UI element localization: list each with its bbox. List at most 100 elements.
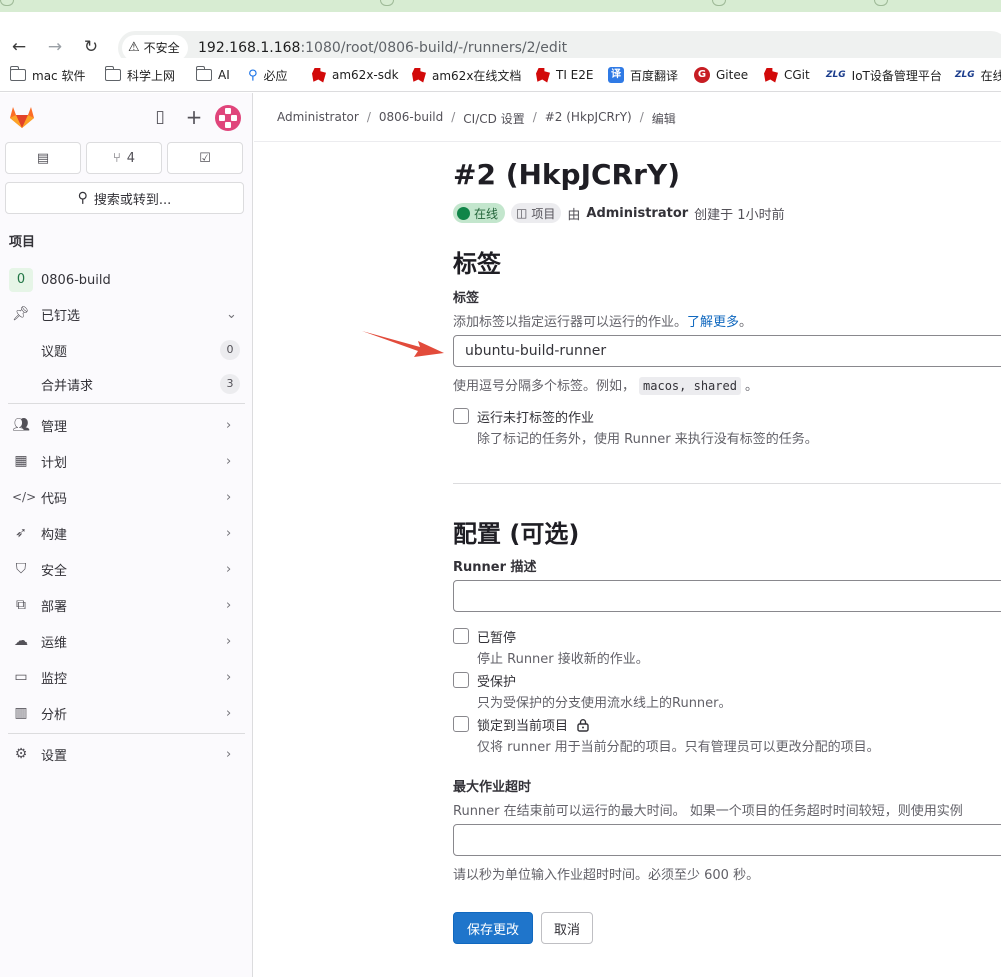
sidebar-toggle-icon[interactable]: ▯ — [151, 108, 169, 126]
tags-input[interactable] — [453, 335, 1001, 367]
folder-icon — [9, 66, 26, 81]
sidebar-item-code[interactable]: </> 代码 › — [0, 482, 253, 512]
forward-arrow-icon[interactable]: → — [44, 36, 66, 58]
tags-help-period: 。 — [739, 315, 753, 330]
sidebar-item-build[interactable]: ➶ 构建 › — [0, 518, 253, 548]
back-arrow-icon[interactable]: ← — [8, 36, 30, 58]
tags-example-code: macos, shared — [639, 377, 741, 395]
timeout-input[interactable] — [453, 824, 1001, 856]
search-button[interactable]: ⚲ 搜索或转到... — [5, 182, 244, 214]
sidebar-item-deploy[interactable]: ⧉ 部署 › — [0, 590, 253, 620]
reload-icon[interactable]: ↻ — [80, 36, 102, 58]
avatar[interactable] — [215, 105, 241, 131]
cancel-button[interactable]: 取消 — [541, 912, 593, 944]
sidebar-item-settings[interactable]: ⚙ 设置 › — [0, 739, 253, 769]
protected-checkbox[interactable] — [453, 672, 469, 688]
sidebar-item-merge-requests[interactable]: 合并请求 3 — [0, 369, 253, 399]
sidebar-item-label: 计划 — [41, 455, 68, 471]
ti-icon — [312, 67, 326, 83]
runner-author[interactable]: Administrator — [586, 206, 688, 221]
bookmark-iot-platform[interactable]: ZLG IoT设备管理平台 — [826, 65, 942, 85]
status-badge: 在线 — [453, 203, 506, 223]
plus-icon[interactable]: + — [185, 107, 203, 127]
monitor-icon: ▭ — [14, 669, 28, 685]
sidebar-item-label: 合并请求 — [41, 378, 94, 394]
section-divider — [453, 483, 1001, 484]
bookmark-am62x-sdk[interactable]: am62x-sdk — [312, 65, 399, 85]
chevron-right-icon: › — [226, 525, 232, 541]
bookmark-mac[interactable]: mac 软件 — [9, 65, 86, 85]
chevron-right-icon: › — [226, 746, 232, 762]
sidebar-item-plan[interactable]: ▦ 计划 › — [0, 446, 253, 476]
sidebar-item-operate[interactable]: ☁ 运维 › — [0, 626, 253, 656]
sidebar-item-manage[interactable]: 👥︎ 管理 › — [0, 410, 253, 440]
sidebar-item-secure[interactable]: ⛉ 安全 › — [0, 554, 253, 584]
sidebar-item-issues[interactable]: 议题 0 — [0, 335, 253, 365]
tab-icon — [712, 0, 726, 6]
sidebar-item-pinned[interactable]: 📌︎ 已钉选 ⌄ — [0, 299, 253, 329]
bookmark-ai[interactable]: AI — [195, 65, 230, 85]
sidebar-item-label: 已钉选 — [41, 308, 81, 324]
breadcrumb-item[interactable]: #2 (HkpJCRrY) — [545, 110, 632, 127]
tags-heading: 标签 — [453, 250, 501, 278]
runner-status-row: 在线 ◫ 项目 由 Administrator 创建于 1小时前 — [453, 203, 785, 223]
sidebar-item-label: 管理 — [41, 419, 68, 435]
gitlab-logo[interactable] — [9, 105, 35, 129]
bookmark-vpn[interactable]: 科学上网 — [104, 65, 175, 85]
lock-icon — [577, 719, 589, 732]
paused-checkbox[interactable] — [453, 628, 469, 644]
chart-icon: ▥ — [14, 705, 28, 721]
breadcrumb-item[interactable]: 编辑 — [652, 110, 676, 127]
bookmark-am62x-docs[interactable]: am62x在线文档 — [412, 65, 521, 85]
bookmark-bing[interactable]: ⚲ 必应 — [248, 65, 288, 85]
run-untagged-label[interactable]: 运行未打标签的作业 — [477, 407, 594, 426]
sidebar-project[interactable]: 0 0806-build — [0, 265, 253, 295]
bookmark-gitee[interactable]: G Gitee — [694, 65, 748, 85]
sidebar-item-monitor[interactable]: ▭ 监控 › — [0, 662, 253, 692]
bookmark-baidu-translate[interactable]: 译百度翻译 — [608, 65, 678, 85]
breadcrumb: Administrator / 0806-build / CI/CD 设置 / #2 … — [277, 110, 676, 127]
settings-icon: ⚙ — [14, 746, 28, 762]
chevron-right-icon: › — [226, 633, 232, 649]
search-icon: ⚲ — [77, 190, 88, 206]
breadcrumb-item[interactable]: CI/CD 设置 — [463, 110, 524, 127]
paused-label[interactable]: 已暂停 — [477, 627, 516, 646]
description-input[interactable] — [453, 580, 1001, 612]
breadcrumb-separator: / — [532, 110, 537, 124]
chevron-down-icon: ⌄ — [226, 306, 237, 322]
description-label: Runner 描述 — [453, 560, 537, 575]
search-label: 搜索或转到... — [93, 192, 172, 208]
breadcrumb-separator: / — [451, 110, 456, 124]
locked-checkbox[interactable] — [453, 716, 469, 732]
merge-requests-count-badge: 3 — [220, 374, 240, 394]
breadcrumb-item[interactable]: 0806-build — [379, 110, 443, 127]
todos-button[interactable]: ☑ — [167, 142, 243, 174]
bookmark-cgit[interactable]: CGit — [764, 65, 810, 85]
shield-icon: ⛉ — [15, 561, 27, 577]
bookmark-label: IoT设备管理平台 — [851, 68, 942, 83]
run-untagged-checkbox[interactable] — [453, 408, 469, 424]
merge-requests-button[interactable]: ⑂ 4 — [86, 142, 162, 174]
bookmark-ti-e2e[interactable]: TI E2E — [536, 65, 593, 85]
calendar-icon: ▦ — [14, 453, 28, 469]
bookmark-label: mac 软件 — [32, 68, 86, 83]
learn-more-link[interactable]: 了解更多 — [687, 315, 739, 330]
sidebar-item-analyze[interactable]: ▥ 分析 › — [0, 698, 253, 728]
sidebar: ▯ + ▤ ⑂ 4 ☑ ⚲ 搜索或转到... 项目 0 0806-build 📌︎ … — [0, 93, 253, 977]
timeout-label: 最大作业超时 — [453, 780, 532, 795]
bookmarks-bar: mac 软件 科学上网 AI ⚲ 必应 am62x-sdk am62x在线文档 T… — [0, 58, 1001, 92]
locked-label[interactable]: 锁定到当前项目 — [477, 715, 590, 734]
bookmark-label: TI E2E — [556, 68, 594, 82]
breadcrumb-divider — [254, 141, 1001, 142]
issues-button[interactable]: ▤ — [5, 142, 81, 174]
bookmark-label: 在线 — [980, 68, 1001, 83]
save-button[interactable]: 保存更改 — [453, 912, 533, 944]
chevron-right-icon: › — [226, 453, 232, 469]
breadcrumb-item[interactable]: Administrator — [277, 110, 359, 127]
bookmark-online[interactable]: ZLG 在线 — [955, 65, 1001, 85]
created-time: 创建于 1小时前 — [694, 207, 785, 223]
protected-label[interactable]: 受保护 — [477, 671, 516, 690]
sidebar-item-label: 设置 — [41, 748, 68, 764]
bookmark-label: am62x在线文档 — [432, 68, 522, 83]
code-icon: </> — [12, 490, 37, 504]
